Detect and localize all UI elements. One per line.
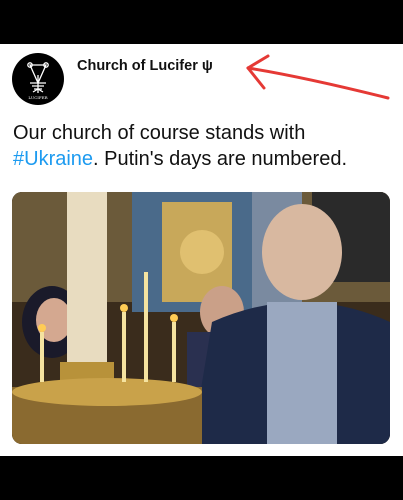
bottom-black-bar <box>0 456 403 500</box>
sigil-icon: LUCIFER <box>27 62 49 100</box>
post-text: Our church of course stands with #Ukrain… <box>13 120 393 172</box>
hashtag-link[interactable]: #Ukraine <box>13 148 93 170</box>
account-name[interactable]: Church of Lucifer ψ <box>77 58 213 74</box>
post-text-part: . Putin's days are numbered. <box>93 148 348 170</box>
post-card: LUCIFER Church of Lucifer ψ Our church o… <box>0 44 403 456</box>
post-text-part: Our church of course stands with <box>13 122 306 144</box>
post-image[interactable] <box>12 192 390 444</box>
top-black-bar <box>0 0 403 44</box>
photo-church-candles <box>12 192 390 444</box>
annotation-arrow-icon <box>246 54 390 100</box>
account-avatar[interactable]: LUCIFER <box>12 53 64 105</box>
avatar-label: LUCIFER <box>28 95 48 100</box>
